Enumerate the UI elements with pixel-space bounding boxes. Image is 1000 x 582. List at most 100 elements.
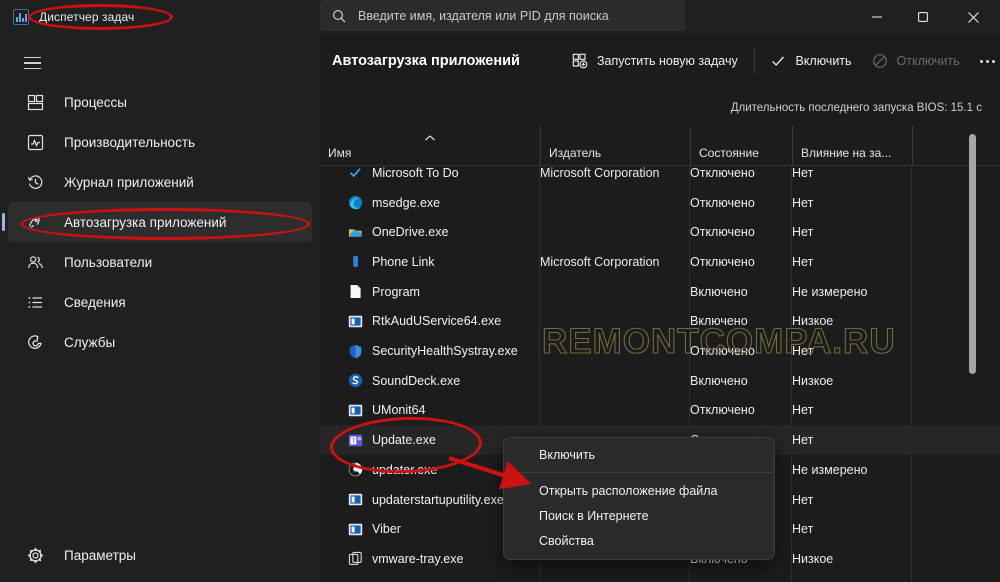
cell-status: Включено (690, 314, 748, 329)
services-icon (26, 333, 44, 351)
table-row[interactable]: UMonit64 Отключено Нет (320, 396, 1000, 426)
phonelink-icon (348, 254, 363, 269)
app-history-icon (26, 173, 44, 191)
toolbar: Автозагрузка приложений Запустить новую … (320, 34, 1000, 88)
cell-impact: Нет (792, 403, 814, 418)
cell-impact: Нет (792, 254, 814, 269)
enable-button[interactable]: Включить (760, 45, 861, 77)
context-menu-item-properties[interactable]: Свойства (504, 528, 774, 553)
checkmark-icon (348, 166, 363, 180)
table-row[interactable]: RtkAudUService64.exe Включено Низкое (320, 307, 1000, 337)
table-row[interactable]: Microsoft To Do Microsoft Corporation Откл… (320, 166, 1000, 188)
cell-name: Microsoft To Do (348, 166, 538, 180)
cell-impact: Низкое (792, 314, 834, 329)
sidebar-item-services[interactable]: Службы (8, 322, 312, 362)
context-menu-item-enable[interactable]: Включить (504, 442, 774, 467)
app-name: OneDrive.exe (372, 225, 449, 240)
sidebar-item-label: Параметры (64, 547, 136, 563)
window-controls (854, 0, 1000, 34)
minimize-button[interactable] (854, 0, 900, 34)
app-name: msedge.exe (372, 195, 441, 210)
table-row[interactable]: SecurityHealthSystray.exe Отключено Нет (320, 336, 1000, 366)
check-icon (770, 53, 786, 69)
column-header-publisher[interactable]: Издатель (540, 126, 690, 166)
cell-name: SecurityHealthSystray.exe (348, 344, 538, 359)
app-name: Phone Link (372, 254, 435, 269)
column-header-impact[interactable]: Влияние на за... (792, 126, 912, 166)
cell-name: SoundDeck.exe (348, 373, 538, 388)
app-name: UMonit64 (372, 403, 426, 418)
app-name: Microsoft To Do (372, 166, 459, 180)
context-menu-item-search-online[interactable]: Поиск в Интернете (504, 503, 774, 528)
cell-name: UMonit64 (348, 403, 538, 418)
svg-text:T: T (351, 438, 355, 445)
vmware-icon (348, 551, 363, 566)
search-input[interactable]: Введите имя, издателя или PID для поиска (320, 0, 685, 31)
cell-impact: Нет (792, 225, 814, 240)
sidebar-item-label: Процессы (64, 94, 128, 110)
disable-button[interactable]: Отключить (862, 45, 970, 77)
cell-status: Отключено (690, 403, 755, 418)
sounddeck-icon (348, 373, 363, 388)
column-header-name[interactable]: Имя (320, 126, 540, 166)
context-menu: Включить Открыть расположение файла Поис… (503, 437, 775, 560)
sort-ascending-icon (416, 132, 435, 141)
cell-impact: Не измерено (792, 284, 868, 299)
table-row[interactable]: Xbox App ServicesMicrosoft CorporationОт… (320, 574, 1000, 582)
column-header-extra[interactable] (912, 126, 1000, 166)
sidebar-item-label: Сведения (64, 294, 126, 310)
toolbar-divider (753, 48, 755, 74)
sidebar-item-users[interactable]: Пользователи (8, 242, 312, 282)
performance-icon (26, 133, 44, 151)
cell-impact: Нет (792, 166, 814, 180)
table-row[interactable]: OneDrive.exe Отключено Нет (320, 217, 1000, 247)
sidebar-nav: Процессы Производительность Журнал прило… (2, 82, 312, 362)
cell-status: Отключено (690, 225, 755, 240)
close-button[interactable] (946, 0, 1000, 34)
sidebar-item-label: Автозагрузка приложений (64, 214, 227, 230)
sidebar-item-performance[interactable]: Производительность (8, 122, 312, 162)
table-row[interactable]: Program Включено Не измерено (320, 277, 1000, 307)
window-title-bar: Диспетчер задач (0, 0, 320, 34)
cell-publisher: Microsoft Corporation (540, 166, 660, 180)
sidebar-item-label: Пользователи (64, 254, 153, 270)
app-name: Viber (372, 522, 401, 537)
cell-status: Отключено (690, 195, 755, 210)
table-row[interactable]: Phone Link Microsoft Corporation Отключено… (320, 247, 1000, 277)
disable-label: Отключить (896, 54, 960, 68)
table-row[interactable]: msedge.exe Отключено Нет (320, 188, 1000, 218)
hamburger-icon[interactable] (24, 48, 58, 78)
cell-status: Отключено (690, 344, 755, 359)
sidebar-item-label: Журнал приложений (64, 174, 194, 190)
sidebar-item-details[interactable]: Сведения (8, 282, 312, 322)
context-menu-item-open-file-location[interactable]: Открыть расположение файла (504, 478, 774, 503)
cell-impact: Низкое (792, 373, 834, 388)
main-pane: Введите имя, издателя или PID для поиска… (320, 0, 1000, 582)
app-name: Update.exe (372, 433, 436, 448)
generic-app-icon (348, 314, 363, 329)
sidebar-item-settings[interactable]: Параметры (8, 535, 312, 575)
run-new-task-label: Запустить новую задачу (596, 54, 738, 68)
run-new-task-button[interactable]: Запустить новую задачу (562, 45, 748, 77)
table-row[interactable]: SoundDeck.exe Включено Низкое (320, 366, 1000, 396)
more-options-icon[interactable] (976, 45, 1000, 77)
cell-impact: Не измерено (792, 462, 868, 477)
sidebar-item-startup-apps[interactable]: Автозагрузка приложений (2, 202, 312, 242)
vertical-scrollbar[interactable] (969, 134, 976, 374)
maximize-button[interactable] (900, 0, 946, 34)
generic-app-icon (348, 522, 363, 537)
file-icon (348, 284, 363, 299)
sidebar-bottom: Параметры (8, 535, 312, 575)
shield-icon (348, 344, 363, 359)
sidebar-item-app-history[interactable]: Журнал приложений (8, 162, 312, 202)
column-header-status[interactable]: Состояние (690, 126, 792, 166)
sidebar-item-processes[interactable]: Процессы (8, 82, 312, 122)
app-name: updaterstartuputility.exe (372, 492, 504, 507)
generic-app-icon (348, 403, 363, 418)
cell-name: Phone Link (348, 254, 538, 269)
app-name: vmware-tray.exe (372, 551, 464, 566)
cell-name: OneDrive.exe (348, 225, 538, 240)
app-name: RtkAudUService64.exe (372, 314, 502, 329)
context-menu-separator (504, 472, 774, 473)
cell-publisher: Microsoft Corporation (540, 254, 660, 269)
